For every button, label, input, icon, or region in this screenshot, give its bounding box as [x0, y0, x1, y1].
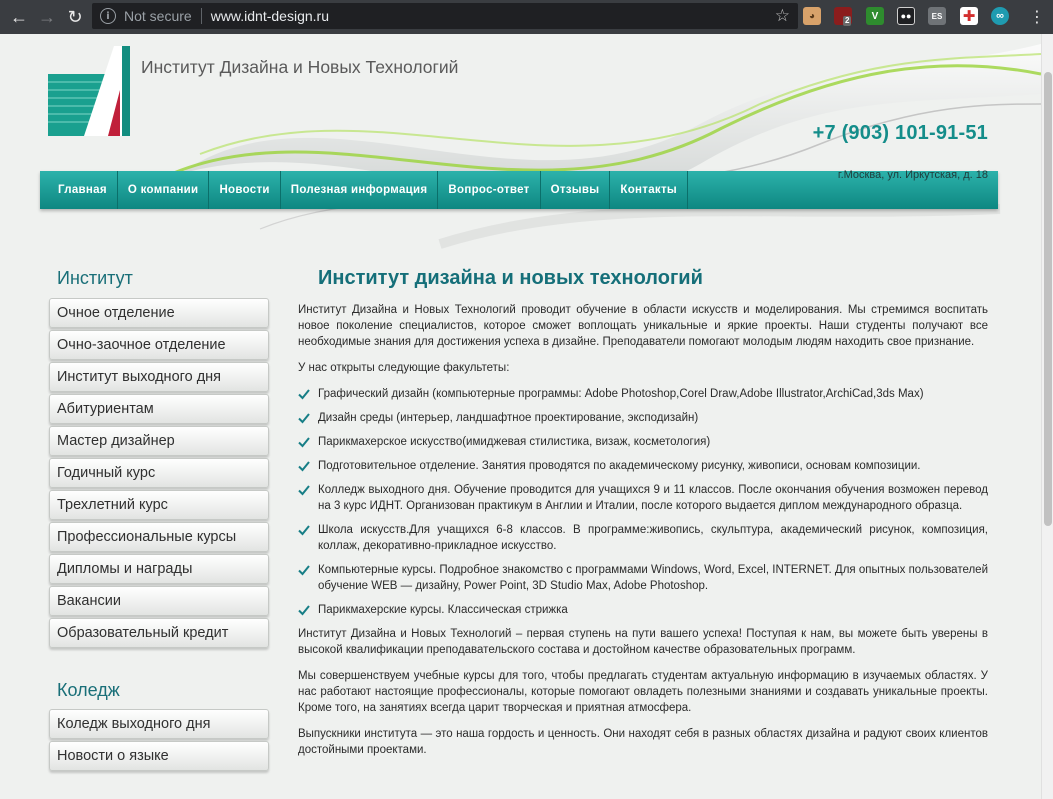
forward-arrow-icon[interactable]: →	[32, 2, 62, 32]
back-arrow-icon[interactable]: ←	[4, 2, 34, 32]
graduates-paragraph: Выпускники института — это наша гордость…	[298, 728, 988, 756]
faculty-list: Графический дизайн (компьютерные програм…	[298, 386, 988, 618]
security-label: Not secure	[124, 8, 192, 24]
page-title: Институт дизайна и новых технологий	[318, 267, 703, 289]
intro-paragraph: Институт Дизайна и Новых Технологий пров…	[298, 304, 988, 348]
url-text[interactable]: www.idnt-design.ru	[211, 8, 329, 24]
nav-item-about[interactable]: О компании	[118, 171, 210, 209]
success-paragraph: Институт Дизайна и Новых Технологий – пе…	[298, 628, 988, 656]
browser-toolbar: ← → ↻ i Not secure www.idnt-design.ru ☆ …	[0, 0, 1053, 34]
extension-v-icon[interactable]: V	[866, 7, 884, 25]
faculty-text: Компьютерные курсы. Подробное знакомство…	[318, 564, 988, 592]
extension-link-icon[interactable]: ∞	[991, 7, 1009, 25]
sidebar-item-part-time[interactable]: Очно-заочное отделение	[49, 330, 269, 360]
courses-paragraph: Мы совершенствуем учебные курсы для того…	[298, 670, 988, 714]
sidebar-item-full-time[interactable]: Очное отделение	[49, 298, 269, 328]
sidebar-item-applicants[interactable]: Абитуриентам	[49, 394, 269, 424]
faculty-text: Школа искусств.Для учащихся 6-8 классов.…	[318, 524, 988, 552]
list-item: Колледж выходного дня. Обучение проводит…	[298, 482, 988, 514]
sidebar-item-three-year-course[interactable]: Трехлетний курс	[49, 490, 269, 520]
faculty-text: Графический дизайн (компьютерные програм…	[318, 388, 924, 400]
faculty-text: Дизайн среды (интерьер, ландшафтное прое…	[318, 412, 699, 424]
sidebar-item-vacancies[interactable]: Вакансии	[49, 586, 269, 616]
list-item: Парикмахерские курсы. Классическая стриж…	[298, 602, 988, 618]
ublock-icon[interactable]: 2	[834, 7, 852, 26]
bookmark-star-icon[interactable]: ☆	[775, 6, 790, 26]
address-text: г.Москва, ул. Иркутская, д. 18	[837, 169, 988, 181]
list-item: Школа искусств.Для учащихся 6-8 классов.…	[298, 522, 988, 554]
institute-logo-icon	[48, 46, 130, 136]
checkmark-icon	[298, 413, 310, 424]
omnibox-divider	[200, 8, 202, 24]
sidebar-item-master-designer[interactable]: Мастер дизайнер	[49, 426, 269, 456]
sidebar-item-education-loan[interactable]: Образовательный кредит	[49, 618, 269, 648]
sidebar-item-one-year-course[interactable]: Годичный курс	[49, 458, 269, 488]
ublock-badge: 2	[843, 16, 852, 26]
list-item: Парикмахерское искусство(имиджевая стили…	[298, 434, 988, 450]
extension-cross-icon[interactable]: ✚	[960, 7, 978, 25]
web-page: Институт Дизайна и Новых Технологий +7 (…	[0, 34, 1041, 799]
faculty-text: Парикмахерские курсы. Классическая стриж…	[318, 604, 568, 616]
checkmark-icon	[298, 437, 310, 448]
menu-dots-icon[interactable]: ⋮	[1022, 2, 1052, 32]
info-icon[interactable]: i	[100, 8, 116, 24]
nav-item-reviews[interactable]: Отзывы	[541, 171, 611, 209]
page-scrollbar[interactable]	[1041, 34, 1053, 799]
extension-face-icon[interactable]: ◕	[803, 7, 821, 25]
checkmark-icon	[298, 461, 310, 472]
faculty-text: Колледж выходного дня. Обучение проводит…	[318, 484, 988, 512]
reload-icon[interactable]: ↻	[60, 2, 90, 32]
address-bar[interactable]: i Not secure www.idnt-design.ru ☆	[92, 3, 798, 29]
sidebar-item-diplomas-awards[interactable]: Дипломы и награды	[49, 554, 269, 584]
checkmark-icon	[298, 525, 310, 536]
list-item: Графический дизайн (компьютерные програм…	[298, 386, 988, 402]
checkmark-icon	[298, 605, 310, 616]
scrollbar-thumb[interactable]	[1044, 72, 1052, 526]
nav-item-useful-info[interactable]: Полезная информация	[281, 171, 439, 209]
checkmark-icon	[298, 565, 310, 576]
nav-item-faq[interactable]: Вопрос-ответ	[438, 171, 541, 209]
sidebar-item-language-news[interactable]: Новости о языке	[49, 741, 269, 771]
main-content: Институт дизайна и новых технологий Инст…	[298, 264, 988, 768]
sidebar-item-weekend-college[interactable]: Коледж выходного дня	[49, 709, 269, 739]
sidebar-heading-college: Коледж	[57, 680, 120, 700]
checkmark-icon	[298, 485, 310, 496]
nav-item-contacts[interactable]: Контакты	[610, 171, 689, 209]
sidebar-item-professional-courses[interactable]: Профессиональные курсы	[49, 522, 269, 552]
faculty-text: Подготовительное отделение. Занятия пров…	[318, 460, 921, 472]
nav-item-home[interactable]: Главная	[40, 171, 118, 209]
faculties-intro: У нас открыты следующие факультеты:	[298, 362, 510, 374]
phone-number: +7 (903) 101-91-51	[812, 122, 988, 144]
faculty-text: Парикмахерское искусство(имиджевая стили…	[318, 436, 711, 448]
list-item: Компьютерные курсы. Подробное знакомство…	[298, 562, 988, 594]
sidebar-heading-institute: Институт	[57, 268, 133, 288]
list-item: Подготовительное отделение. Занятия пров…	[298, 458, 988, 474]
extension-es-icon[interactable]: ES	[928, 7, 946, 25]
extension-owl-icon[interactable]: ●●	[897, 7, 915, 25]
site-title[interactable]: Институт Дизайна и Новых Технологий	[141, 57, 458, 78]
sidebar-item-weekend-institute[interactable]: Институт выходного дня	[49, 362, 269, 392]
list-item: Дизайн среды (интерьер, ландшафтное прое…	[298, 410, 988, 426]
checkmark-icon	[298, 389, 310, 400]
nav-item-news[interactable]: Новости	[209, 171, 281, 209]
